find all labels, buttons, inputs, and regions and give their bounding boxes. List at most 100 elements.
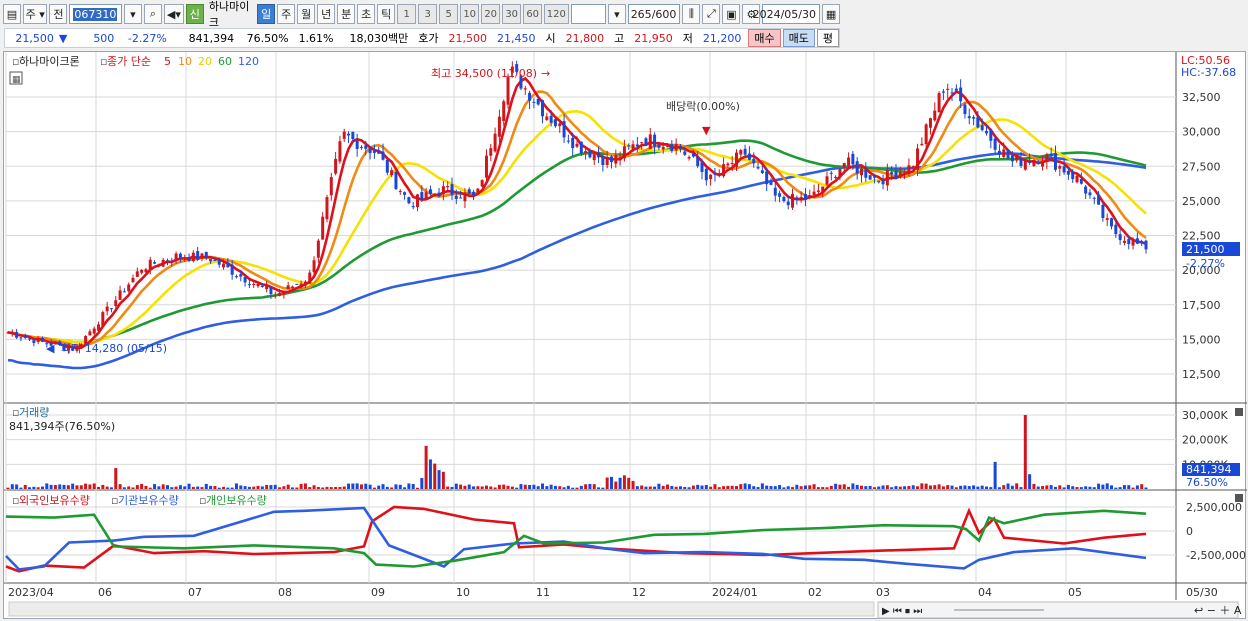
legend-ma120: 120 <box>238 55 259 68</box>
speaker-icon[interactable]: ◀▾ <box>163 4 184 24</box>
sell-button[interactable]: 매도 <box>782 29 815 47</box>
volume-panel-close-icon[interactable] <box>1235 408 1243 416</box>
window-icon[interactable]: ▤ <box>3 4 21 24</box>
candle-body <box>644 138 648 146</box>
candle-body <box>713 173 717 175</box>
candle-body <box>739 150 743 155</box>
volume-bar <box>381 484 385 489</box>
average-button[interactable]: 평 <box>816 29 839 47</box>
holding-panel-close-icon[interactable] <box>1235 494 1243 502</box>
interval-3[interactable]: 3 <box>418 4 438 24</box>
interval-10[interactable]: 10 <box>460 4 480 24</box>
candle-body <box>243 277 247 283</box>
candle-body <box>183 258 187 260</box>
volume-bar <box>683 486 687 489</box>
candle-body <box>579 141 583 154</box>
save-icon[interactable]: ▣ <box>722 4 741 24</box>
candle-body <box>756 166 760 169</box>
volume-bar <box>558 486 562 489</box>
unit-select[interactable]: 주 ▾ <box>23 4 48 24</box>
volume-bar <box>122 487 126 489</box>
candle-body <box>1079 179 1083 184</box>
candle-body <box>161 259 165 267</box>
volume-bar <box>347 483 351 489</box>
candle-type-icon[interactable]: ⫼ <box>682 4 701 24</box>
interval-120[interactable]: 120 <box>544 4 569 24</box>
volume-bar <box>1127 485 1131 489</box>
volume-bar <box>191 486 195 489</box>
interval-custom-input[interactable] <box>570 4 606 24</box>
stock-code-input[interactable]: 067310 <box>69 4 122 24</box>
candle-body <box>105 306 109 312</box>
volume-bar <box>894 486 898 489</box>
candle-body <box>269 287 273 295</box>
interval-5[interactable]: 5 <box>439 4 459 24</box>
volume-bar <box>118 484 122 489</box>
interval-30[interactable]: 30 <box>502 4 522 24</box>
period-month[interactable]: 월 <box>297 4 316 24</box>
volume-bar <box>946 485 950 489</box>
candle-body <box>549 115 553 123</box>
candle-body <box>950 92 954 94</box>
x-tick-label: 2024/01 <box>712 586 758 599</box>
candle-body <box>752 158 756 164</box>
volume-bar <box>734 485 738 489</box>
buy-button[interactable]: 매수 <box>748 29 781 47</box>
volume-bar <box>1028 474 1032 489</box>
period-second[interactable]: 초 <box>357 4 376 24</box>
volume-bar <box>101 484 105 489</box>
volume-bar <box>450 486 454 489</box>
candle-body <box>847 157 851 167</box>
volume-bar <box>476 486 480 489</box>
zoom-controls-icon[interactable]: ↩ − ＋ A <box>1194 604 1242 617</box>
period-week[interactable]: 주 <box>277 4 296 24</box>
volume-bar <box>959 485 963 489</box>
period-tick[interactable]: 틱 <box>377 4 396 24</box>
volume-bar <box>480 486 484 489</box>
volume-bar <box>1062 487 1066 489</box>
interval-60[interactable]: 60 <box>523 4 543 24</box>
code-dropdown-button[interactable]: ▾ <box>123 4 142 24</box>
ma120-line <box>7 152 1147 370</box>
interval-dropdown-button[interactable]: ▾ <box>607 4 626 24</box>
prev-button[interactable]: 전 <box>49 4 68 24</box>
volume-bar <box>278 487 282 489</box>
volume-bar <box>420 478 424 489</box>
calendar-icon[interactable]: ▦ <box>822 4 841 24</box>
price-tick-label: 30,000 <box>1182 126 1221 139</box>
period-day[interactable]: 일 <box>257 4 276 24</box>
volume-bar <box>398 484 402 489</box>
candle-body <box>881 180 885 185</box>
volume-bar <box>463 485 467 489</box>
volume-bar <box>144 485 148 489</box>
period-year[interactable]: 년 <box>317 4 336 24</box>
draw-tool-icon[interactable]: ⤢ <box>702 4 721 24</box>
scroll-prev-icon[interactable]: ▶ ⏮ ⏹ ⏭ <box>882 606 922 617</box>
volume-bar <box>368 484 372 489</box>
candle-body <box>321 216 325 240</box>
date-input[interactable]: 2024/05/30 <box>753 4 821 24</box>
volume-bar <box>765 485 769 489</box>
new-badge[interactable]: 신 <box>185 4 204 24</box>
candle-body <box>1084 186 1088 194</box>
candle-body <box>204 251 208 258</box>
count-input[interactable]: 265/600 <box>627 4 681 24</box>
quote-label: 호가 <box>418 32 439 45</box>
volume-bar <box>584 484 588 489</box>
interval-20[interactable]: 20 <box>481 4 501 24</box>
candle-body <box>1049 153 1053 156</box>
candle-body <box>377 151 381 154</box>
legend-series-type: 종가 단순 <box>107 55 151 68</box>
candle-body <box>989 129 993 141</box>
volume-bar <box>441 471 445 489</box>
candle-body <box>135 271 139 277</box>
candle-body <box>247 284 251 286</box>
period-minute[interactable]: 분 <box>337 4 356 24</box>
volume-bar <box>786 486 790 489</box>
interval-1[interactable]: 1 <box>397 4 417 24</box>
horizontal-scrollbar[interactable] <box>8 601 875 617</box>
candle-body <box>1036 162 1040 165</box>
stock-chart-svg[interactable]: 32,50030,00027,50025,00022,50020,00017,5… <box>4 52 1247 620</box>
search-icon[interactable]: ⌕ <box>143 4 162 24</box>
price-tick-label: 32,500 <box>1182 91 1221 104</box>
